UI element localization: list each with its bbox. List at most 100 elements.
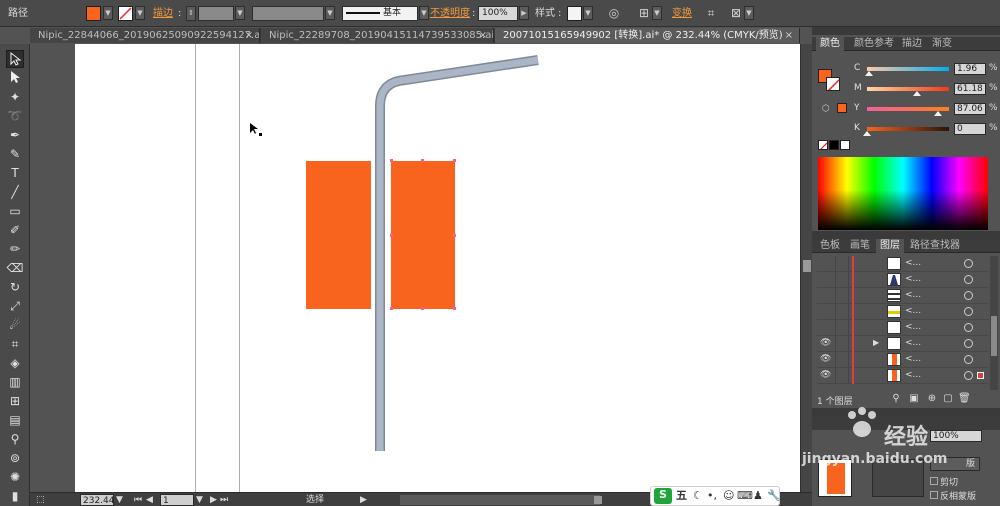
recolor-artwork-icon[interactable]: ◎: [606, 5, 622, 21]
isolate-icon[interactable]: ⌗: [703, 5, 719, 21]
tab-document-3[interactable]: 20071015165949902 [转换].ai* @ 232.44% (CM…: [495, 28, 800, 43]
lock-toggle[interactable]: [835, 256, 849, 272]
variable-width-profile[interactable]: [252, 6, 324, 21]
status-menu-icon[interactable]: ▶: [360, 494, 367, 506]
anchor-point[interactable]: [390, 307, 393, 310]
brush-definition[interactable]: 基本: [342, 6, 418, 21]
pencil-tool-icon[interactable]: ✏: [6, 240, 24, 258]
lock-toggle[interactable]: [835, 352, 849, 368]
eye-icon[interactable]: 👁: [820, 355, 831, 364]
graphic-style-swatch[interactable]: [567, 6, 582, 21]
invert-mask-checkbox[interactable]: [930, 491, 938, 499]
tab-color-guide[interactable]: 颜色参考: [850, 37, 898, 51]
delete-layer-icon[interactable]: 🗑: [958, 393, 971, 405]
target-icon[interactable]: [964, 339, 973, 348]
white-swatch[interactable]: [840, 140, 850, 150]
target-icon[interactable]: [964, 355, 973, 364]
opacity-field[interactable]: 100%: [478, 6, 518, 21]
lock-toggle[interactable]: [835, 272, 849, 288]
target-icon[interactable]: [964, 323, 973, 332]
layer-name[interactable]: <...: [905, 274, 921, 284]
emoji-icon[interactable]: ☺: [723, 489, 734, 503]
layer-name[interactable]: <...: [905, 306, 921, 316]
target-icon[interactable]: [964, 275, 973, 284]
vertical-scrollbar[interactable]: [800, 44, 812, 492]
profile-dropdown-icon[interactable]: ▼: [325, 6, 335, 20]
brush-dropdown-icon[interactable]: ▼: [419, 6, 429, 20]
tab-brushes[interactable]: 画笔: [846, 239, 874, 253]
target-icon[interactable]: [964, 259, 973, 268]
artboard-field[interactable]: 1: [160, 494, 194, 506]
blend-tool-icon[interactable]: ⊚: [6, 449, 24, 467]
eye-icon[interactable]: 👁: [820, 371, 831, 380]
channel-value-field[interactable]: 1.96: [954, 63, 986, 75]
transform-label[interactable]: 变换: [672, 0, 692, 27]
opacity-dropdown-icon[interactable]: ▶: [519, 6, 529, 20]
anchor-point[interactable]: [453, 234, 456, 237]
anchor-point[interactable]: [453, 307, 456, 310]
tab-document-2[interactable]: Nipic_22289708_20190415114739533085.ai* …: [261, 28, 494, 43]
black-swatch[interactable]: [829, 140, 839, 150]
channel-slider[interactable]: [867, 67, 949, 71]
visibility-toggle[interactable]: [820, 291, 831, 300]
fill-dropdown-icon[interactable]: ▼: [103, 6, 113, 20]
graph-tool-icon[interactable]: ▥: [6, 373, 24, 391]
banner-left[interactable]: [306, 161, 371, 309]
lock-toggle[interactable]: [835, 304, 849, 320]
tab-gradient[interactable]: 渐变: [928, 37, 956, 51]
locate-object-icon[interactable]: ⚲: [890, 393, 902, 405]
clipping-mask-icon[interactable]: ▣: [908, 393, 920, 405]
tab-color[interactable]: 颜色: [816, 37, 844, 51]
visibility-toggle[interactable]: [820, 259, 831, 268]
scale-tool-icon[interactable]: ⤢: [6, 297, 24, 315]
anchor-point[interactable]: [453, 159, 456, 162]
mesh-tool-icon[interactable]: ⊞: [6, 392, 24, 410]
channel-slider[interactable]: [867, 87, 949, 91]
layer-name[interactable]: <...: [905, 370, 921, 380]
layer-row[interactable]: <...: [817, 256, 989, 272]
close-icon[interactable]: ×: [245, 28, 253, 43]
direct-selection-tool-icon[interactable]: [6, 69, 24, 87]
layer-name[interactable]: <...: [905, 354, 921, 364]
visibility-toggle[interactable]: [820, 275, 831, 284]
artboard[interactable]: [75, 44, 800, 492]
column-graph-tool-icon[interactable]: ▮: [6, 487, 24, 505]
new-layer-icon[interactable]: ▢: [942, 393, 954, 405]
stroke-weight-field[interactable]: [198, 6, 234, 21]
slider-thumb[interactable]: [864, 71, 873, 76]
close-icon[interactable]: ×: [785, 28, 793, 43]
align-dropdown-icon[interactable]: ▼: [652, 6, 662, 20]
channel-slider[interactable]: [867, 127, 949, 131]
tab-swatches[interactable]: 色板: [816, 239, 844, 253]
scroll-thumb[interactable]: [594, 496, 602, 504]
opacity-label[interactable]: 不透明度: [430, 0, 470, 27]
stroke-dropdown-icon[interactable]: ▼: [135, 6, 145, 20]
next-artboard-icon[interactable]: ▶: [210, 494, 217, 506]
ime-mode[interactable]: 五: [676, 489, 687, 503]
last-artboard-icon[interactable]: ⏭: [220, 494, 228, 506]
scroll-thumb[interactable]: [991, 316, 997, 356]
magic-wand-tool-icon[interactable]: ✦: [6, 88, 24, 106]
stroke-weight-dropdown-icon[interactable]: ▼: [235, 6, 245, 20]
pen-tool-icon[interactable]: ✒: [6, 126, 24, 144]
panel-strip[interactable]: [812, 27, 1000, 35]
channel-value-field[interactable]: 87.06: [954, 103, 986, 115]
target-icon[interactable]: [964, 291, 973, 300]
layer-row[interactable]: 👁 ▶ <...: [817, 336, 989, 352]
layer-name[interactable]: <...: [905, 322, 921, 332]
banner-right-selected[interactable]: [391, 161, 455, 309]
none-swatch[interactable]: [818, 140, 828, 150]
selection-tool-icon[interactable]: [6, 50, 24, 68]
selection-indicator[interactable]: [977, 372, 984, 379]
channel-value-field[interactable]: 61.18: [954, 83, 986, 95]
channel-value-field[interactable]: 0: [954, 123, 986, 135]
moon-icon[interactable]: ☾: [693, 489, 703, 503]
tab-document-1[interactable]: Nipic_22844066_20190625090922594127.ai* …: [30, 28, 260, 43]
slider-thumb[interactable]: [934, 111, 943, 116]
close-icon[interactable]: ×: [479, 28, 487, 43]
tab-stroke[interactable]: 描边: [898, 37, 926, 51]
punctuation-icon[interactable]: •,: [707, 489, 717, 503]
fill-swatch[interactable]: [86, 6, 101, 21]
gamut-swatch[interactable]: [837, 103, 847, 113]
tab-pathfinder[interactable]: 路径查找器: [906, 239, 964, 253]
